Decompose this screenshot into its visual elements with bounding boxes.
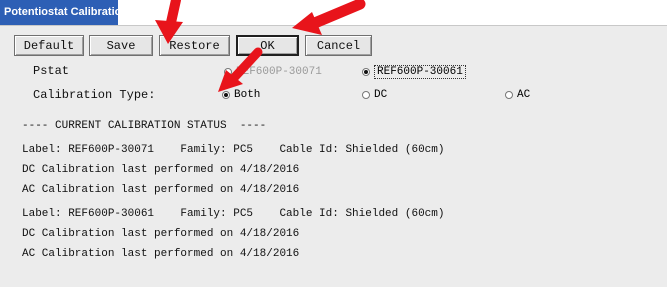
pstat-option-30071[interactable]: REF600P-30071 — [224, 66, 322, 78]
radio-icon — [362, 91, 370, 99]
window-title: Potentiostat Calibration — [4, 6, 129, 18]
title-bar: Potentiostat Calibration — [0, 0, 667, 25]
calibration-type-ac[interactable]: AC — [505, 89, 530, 101]
radio-checked-icon — [362, 68, 370, 76]
status-line: DC Calibration last performed on 4/18/20… — [22, 164, 300, 176]
calibration-type-label: Calibration Type: — [33, 88, 156, 102]
status-line: DC Calibration last performed on 4/18/20… — [22, 228, 300, 240]
radio-icon — [505, 91, 513, 99]
status-header: ---- CURRENT CALIBRATION STATUS ---- — [22, 120, 267, 132]
radio-checked-icon — [222, 91, 230, 99]
restore-button[interactable]: Restore — [159, 35, 230, 56]
default-button[interactable]: Default — [14, 35, 84, 56]
status-line: Label: REF600P-30061 Family: PC5 Cable I… — [22, 208, 445, 220]
pstat-option-30061[interactable]: REF600P-30061 — [362, 65, 466, 79]
pstat-label: Pstat — [33, 64, 70, 78]
status-line: AC Calibration last performed on 4/18/20… — [22, 248, 300, 260]
calibration-type-both[interactable]: Both — [222, 89, 260, 101]
radio-icon — [224, 68, 232, 76]
status-line: Label: REF600P-30071 Family: PC5 Cable I… — [22, 144, 445, 156]
calibration-type-dc[interactable]: DC — [362, 89, 387, 101]
ok-button[interactable]: OK — [236, 35, 299, 56]
status-line: AC Calibration last performed on 4/18/20… — [22, 184, 300, 196]
dialog-body: Default Save Restore OK Cancel Pstat REF… — [0, 25, 667, 287]
cancel-button[interactable]: Cancel — [305, 35, 372, 56]
save-button[interactable]: Save — [89, 35, 153, 56]
